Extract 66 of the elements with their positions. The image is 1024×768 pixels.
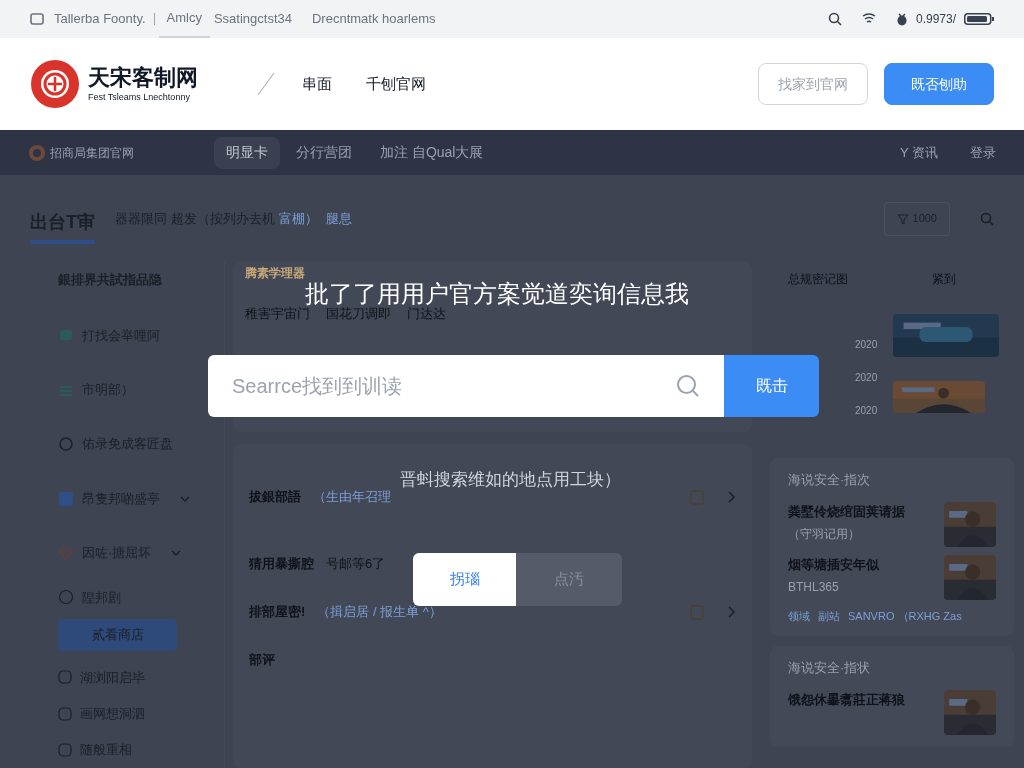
dialog-hint: 晋蚪搜索维如的地点用工块）	[398, 469, 622, 491]
row-note: 号邮等6了	[326, 555, 386, 574]
section-note: 腿息	[325, 209, 352, 228]
row-title: 排部屋密!	[249, 603, 306, 622]
row-title: 猜用暴撕腔	[249, 555, 314, 574]
news-subtitle: （守羽记用）	[788, 526, 861, 543]
nav-link[interactable]: 千刨官网	[366, 72, 426, 96]
card-title: 腾素学理器	[245, 266, 305, 280]
nav-link[interactable]: Y 资讯	[899, 142, 938, 163]
menu-item-icon	[58, 706, 72, 721]
dialog-title: 批了了用用户官方案觉道奕询信息我	[305, 281, 689, 307]
filter-icon	[896, 212, 909, 225]
row-title: 拔銀部語	[249, 488, 301, 507]
date-text: 2020	[855, 403, 878, 418]
news-subtitle: BTHL365	[788, 579, 840, 596]
nav-tab[interactable]: 分行营团	[284, 136, 364, 169]
status-text: Tallerba Foonty.	[53, 10, 147, 29]
nav-tab[interactable]: 明显卡	[214, 136, 280, 169]
card-title: 海说安全·指次	[788, 471, 872, 489]
menu-item-icon	[58, 545, 74, 562]
status-text: Ssatingctst34	[212, 10, 293, 29]
chevron-right-icon	[728, 606, 736, 618]
nav-tab[interactable]: 加注 自Qual大展	[368, 136, 496, 169]
logo-icon	[30, 59, 80, 109]
row-note: （揖启居 / 报生单 ^）	[317, 603, 442, 622]
search-icon	[827, 12, 842, 26]
header-button[interactable]: 既否刨助	[884, 63, 994, 105]
search-field[interactable]: Searrce找到到训读	[208, 355, 724, 417]
menu-item-icon	[58, 589, 74, 606]
card-title: 海说安全·指状	[788, 659, 872, 677]
menu-item-icon	[58, 436, 74, 453]
status-text: Drecntmatk hoarlems	[310, 10, 437, 29]
date-text: 2020	[855, 370, 878, 385]
news-title: 饿怨休曓翥莊正蒋狼	[788, 690, 906, 709]
menu-item-icon	[58, 670, 72, 685]
card-link[interactable]: 副站	[818, 607, 840, 624]
news-title: 烟等塘插安年似	[788, 555, 880, 574]
news-title: 粪墅伶烧绾固荚请据	[788, 502, 906, 521]
row-title: 部评	[249, 651, 275, 670]
row-note: （生由年召理	[313, 488, 391, 507]
logo-subtitle: Fest Tsleams Lnechtonny	[88, 91, 191, 104]
date-text: 2020	[855, 337, 878, 352]
search-icon	[676, 374, 700, 398]
battery-icon	[964, 13, 994, 25]
header-button[interactable]: 找家到官网	[758, 63, 868, 105]
tablet-icon	[30, 13, 44, 25]
tag-text: 稚害宇宙门	[245, 305, 310, 323]
card-link[interactable]: 领域	[788, 607, 810, 624]
logo-icon	[28, 143, 46, 162]
brand-name: 招商局集团官网	[50, 144, 134, 162]
chevron-right-icon	[728, 491, 736, 503]
bug-icon	[895, 12, 908, 26]
menu-item-icon	[58, 490, 74, 507]
dialog-option[interactable]: 拐瑙	[413, 553, 516, 606]
logo-title: 天宋客制网	[88, 63, 198, 91]
nav-link[interactable]: 串面	[302, 72, 332, 96]
nav-link[interactable]: 登录	[970, 142, 996, 163]
search-icon	[980, 211, 994, 226]
search-button[interactable]: 既击	[724, 355, 819, 417]
slash-divider-icon	[256, 71, 276, 97]
wifi-icon	[861, 13, 876, 25]
battery-percent: 0.9973/	[915, 11, 956, 28]
section-link[interactable]: 富棚）	[278, 208, 318, 229]
card-link[interactable]: SANVRO （RXHG Zas	[848, 607, 962, 624]
menu-item-icon	[58, 742, 72, 757]
sidebar-button[interactable]: 贰看商店	[58, 618, 177, 652]
